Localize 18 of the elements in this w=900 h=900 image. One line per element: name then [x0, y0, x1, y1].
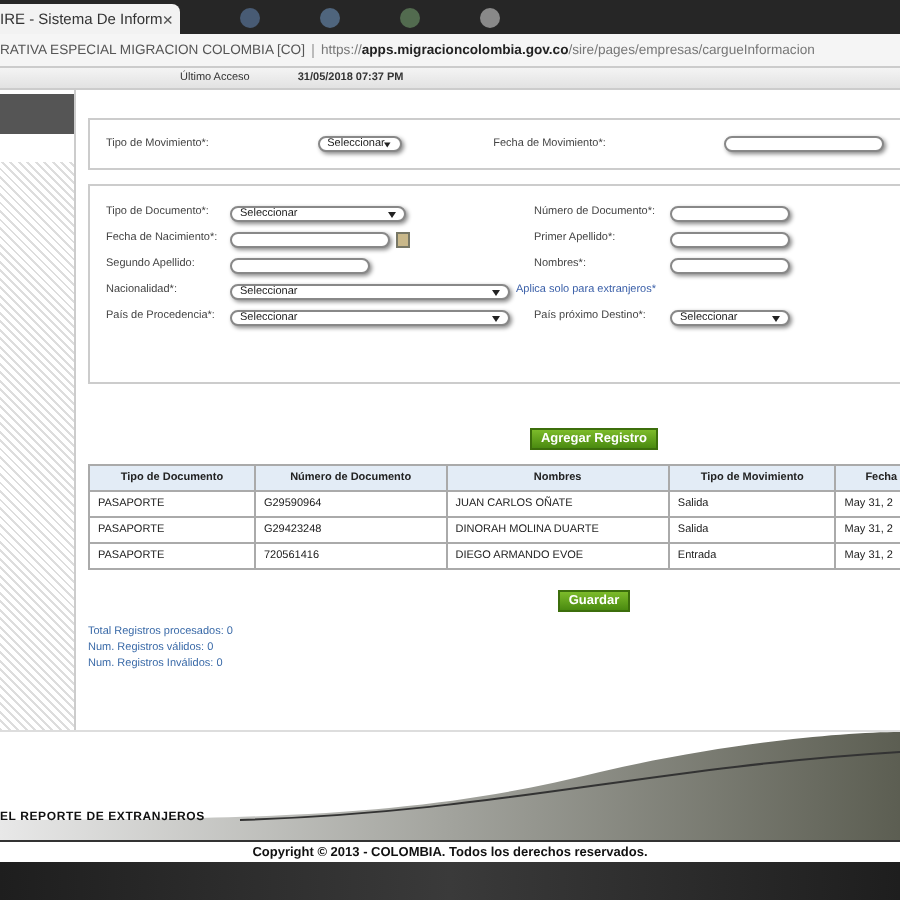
input-field[interactable]: [670, 206, 790, 222]
caret-icon: [388, 211, 396, 217]
caret-icon: [492, 289, 500, 295]
tab-icon[interactable]: [240, 8, 260, 28]
calendar-icon[interactable]: [396, 232, 410, 248]
caret-icon: [772, 315, 780, 321]
caret-icon: [492, 315, 500, 321]
input-field[interactable]: [670, 232, 790, 248]
sidebar-block: [0, 94, 74, 134]
input-field[interactable]: [230, 232, 390, 248]
input-field[interactable]: [724, 136, 884, 152]
tab-icon[interactable]: [320, 8, 340, 28]
close-icon[interactable]: ×: [162, 9, 174, 29]
tab-icon[interactable]: [480, 8, 500, 28]
caret-icon: [384, 141, 392, 147]
input-field[interactable]: [230, 258, 370, 274]
tab-icon[interactable]: [400, 8, 420, 28]
input-field[interactable]: [670, 258, 790, 274]
